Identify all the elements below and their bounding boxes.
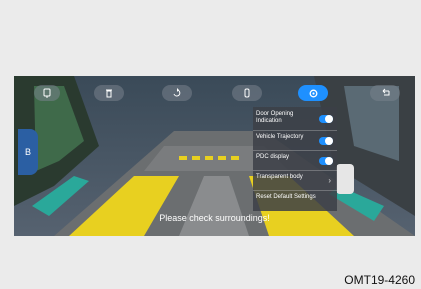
trash-icon — [106, 89, 112, 98]
figure-code: OMT19-4260 — [344, 273, 415, 287]
side-tab[interactable]: B — [18, 129, 38, 175]
camera-screen: B Door Opening Indication Vehicle Trajec… — [14, 76, 415, 236]
car-icon — [244, 88, 250, 98]
return-icon — [382, 88, 389, 96]
menu-item-label: PDC display — [256, 154, 290, 160]
back-button[interactable] — [370, 85, 400, 101]
side-tab-label: B — [24, 147, 31, 157]
menu-item-label: Vehicle Trajectory — [256, 134, 304, 140]
vehicle-trajectory-toggle[interactable] — [319, 136, 333, 145]
pdc-display-toggle[interactable] — [319, 156, 333, 165]
gear-icon — [309, 89, 317, 97]
settings-menu: Door Opening Indication Vehicle Trajecto… — [253, 107, 337, 211]
camera-icon — [43, 88, 51, 98]
chevron-right-icon: › — [328, 175, 331, 185]
camera-warning-message: Please check surroundings! — [159, 213, 270, 223]
menu-item-label: Reset Default Settings — [256, 194, 316, 200]
door-opening-toggle[interactable] — [319, 114, 333, 123]
camera-front-button[interactable] — [34, 85, 60, 101]
view-rotate-button[interactable] — [162, 85, 192, 101]
menu-item-reset-default-settings[interactable]: Reset Default Settings — [253, 191, 337, 211]
menu-item-pdc-display[interactable]: PDC display — [253, 151, 337, 171]
camera-view — [14, 76, 415, 236]
menu-item-transparent-body[interactable]: Transparent body › — [253, 171, 337, 191]
car-top-view-button[interactable] — [232, 85, 262, 101]
rotate-icon — [173, 88, 181, 97]
trash-button[interactable] — [94, 85, 124, 101]
menu-item-label: Door Opening Indication — [256, 111, 294, 124]
menu-item-vehicle-trajectory[interactable]: Vehicle Trajectory — [253, 131, 337, 151]
menu-item-door-opening-indication[interactable]: Door Opening Indication — [253, 107, 337, 131]
settings-button[interactable] — [298, 85, 328, 101]
menu-item-label: Transparent body — [256, 174, 303, 180]
